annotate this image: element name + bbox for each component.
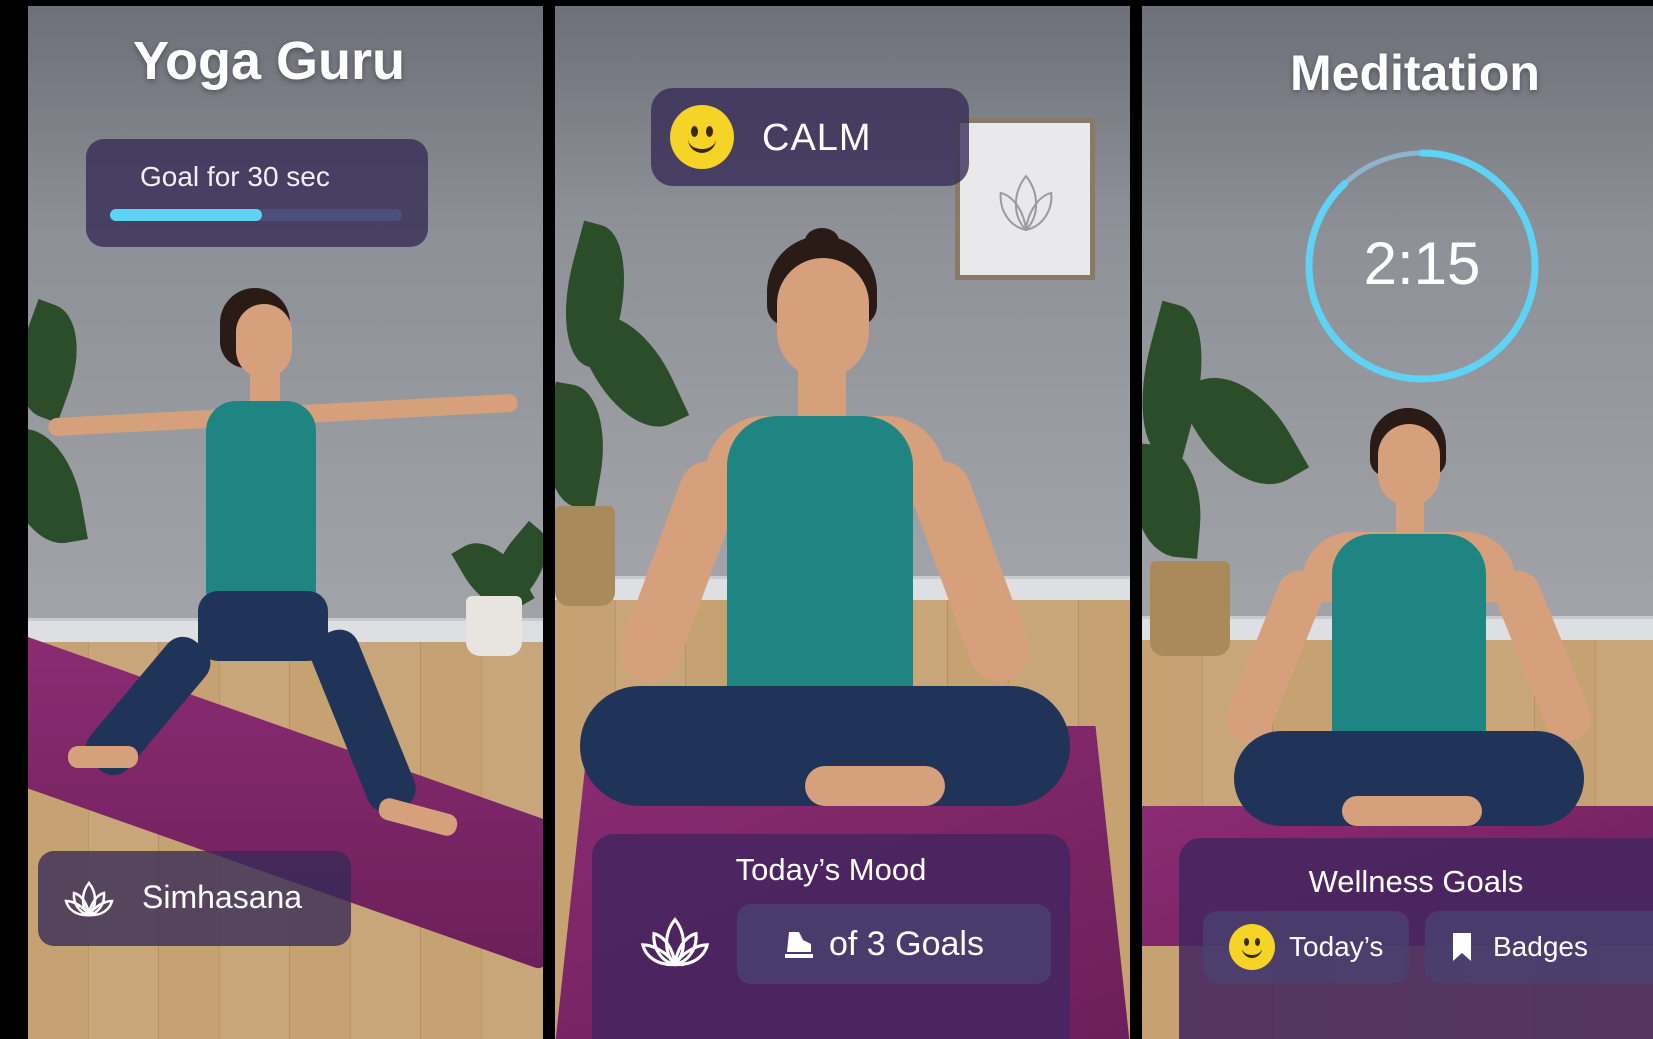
- todays-label: Today’s: [1289, 931, 1384, 962]
- pose-card[interactable]: Simhasana: [38, 851, 351, 946]
- yoga-guru-screen: Yoga Guru Goal for 30 sec Simhasana: [28, 6, 543, 1039]
- pose-name: Simhasana: [142, 879, 303, 915]
- plant-pot: [1150, 561, 1230, 656]
- lotus-icon: [640, 917, 710, 967]
- wellness-goals-card: Wellness Goals Today’s Badges: [1179, 838, 1653, 1039]
- screen-title: Meditation: [1290, 45, 1540, 101]
- badges-label: Badges: [1493, 931, 1588, 962]
- goal-label: Goal for 30 sec: [140, 161, 330, 192]
- app-title: Yoga Guru: [133, 31, 406, 91]
- timer-ring: 2:15: [1305, 149, 1539, 383]
- mood-screen: CALM Today’s Mood of 3 Goals: [555, 6, 1130, 1039]
- goal-progress-track: [110, 209, 402, 221]
- smiley-icon: [1229, 924, 1275, 970]
- framed-lotus-picture: [955, 118, 1095, 280]
- meditation-screen: Meditation 2:15 Wellness Goals Today’s B…: [1142, 6, 1653, 1039]
- bookmark-icon: [1453, 933, 1471, 961]
- smiley-icon: [670, 105, 734, 169]
- plant-pot: [555, 506, 615, 606]
- mood-label: CALM: [762, 117, 872, 159]
- todays-mood-card: Today’s Mood of 3 Goals: [592, 834, 1070, 1039]
- goals-button[interactable]: of 3 Goals: [737, 904, 1051, 984]
- shoe-icon: [785, 932, 813, 958]
- timer-value: 2:15: [1364, 230, 1481, 297]
- mood-badge[interactable]: CALM: [651, 88, 969, 186]
- lotus-icon: [64, 880, 114, 917]
- plant-pot: [466, 596, 522, 656]
- mood-card-title: Today’s Mood: [735, 852, 927, 887]
- wellness-card-title: Wellness Goals: [1308, 864, 1524, 899]
- badges-button[interactable]: Badges: [1425, 911, 1653, 983]
- todays-button[interactable]: Today’s: [1203, 911, 1409, 983]
- goal-progress-fill: [110, 209, 262, 221]
- goals-label: of 3 Goals: [829, 924, 984, 963]
- goal-card: Goal for 30 sec: [86, 139, 428, 247]
